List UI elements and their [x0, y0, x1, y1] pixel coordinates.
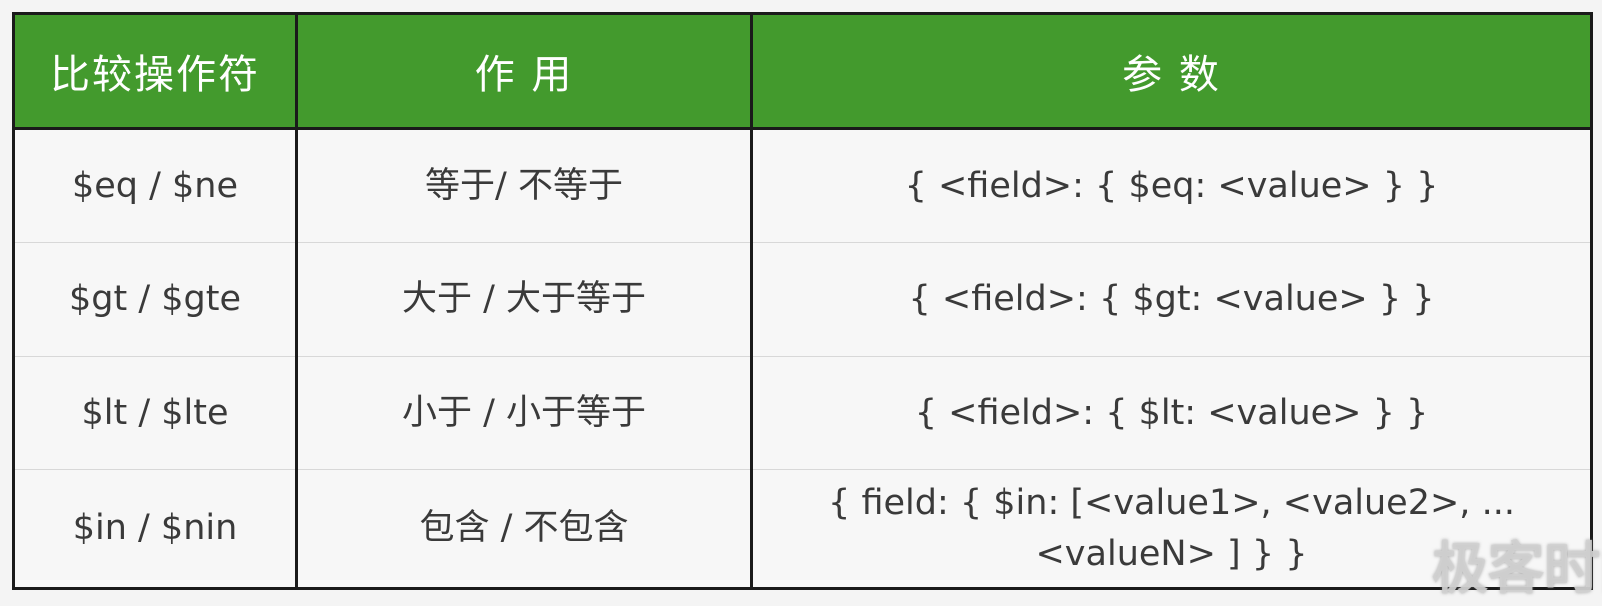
table-row: $in / $nin 包含 / 不包含 { field: { $in: [<va… — [12, 469, 1593, 590]
parameter-cell: { <field>: { $eq: <value> } } — [750, 128, 1593, 244]
parameter-cell: { <field>: { $lt: <value> } } — [750, 356, 1593, 471]
header-row: 比较操作符 作 用 参 数 — [12, 12, 1593, 130]
function-cell: 等于/ 不等于 — [295, 128, 753, 244]
operator-cell: $in / $nin — [12, 469, 298, 590]
header-function: 作 用 — [295, 12, 753, 130]
table-row: $lt / $lte 小于 / 小于等于 { <field>: { $lt: <… — [12, 356, 1593, 471]
operator-cell: $gt / $gte — [12, 242, 298, 357]
function-cell: 小于 / 小于等于 — [295, 356, 753, 471]
function-cell: 大于 / 大于等于 — [295, 242, 753, 357]
operator-cell: $lt / $lte — [12, 356, 298, 471]
header-parameters: 参 数 — [750, 12, 1593, 130]
function-cell: 包含 / 不包含 — [295, 469, 753, 590]
parameter-cell: { field: { $in: [<value1>, <value2>, ...… — [750, 469, 1593, 590]
comparison-operator-table: 比较操作符 作 用 参 数 $eq / $ne 等于/ 不等于 { <field… — [12, 12, 1593, 590]
header-operator: 比较操作符 — [12, 12, 298, 130]
parameter-cell: { <field>: { $gt: <value> } } — [750, 242, 1593, 357]
table-row: $eq / $ne 等于/ 不等于 { <field>: { $eq: <val… — [12, 128, 1593, 244]
operator-cell: $eq / $ne — [12, 128, 298, 244]
table-row: $gt / $gte 大于 / 大于等于 { <field>: { $gt: <… — [12, 242, 1593, 357]
operator-table-container: 比较操作符 作 用 参 数 $eq / $ne 等于/ 不等于 { <field… — [12, 12, 1593, 590]
